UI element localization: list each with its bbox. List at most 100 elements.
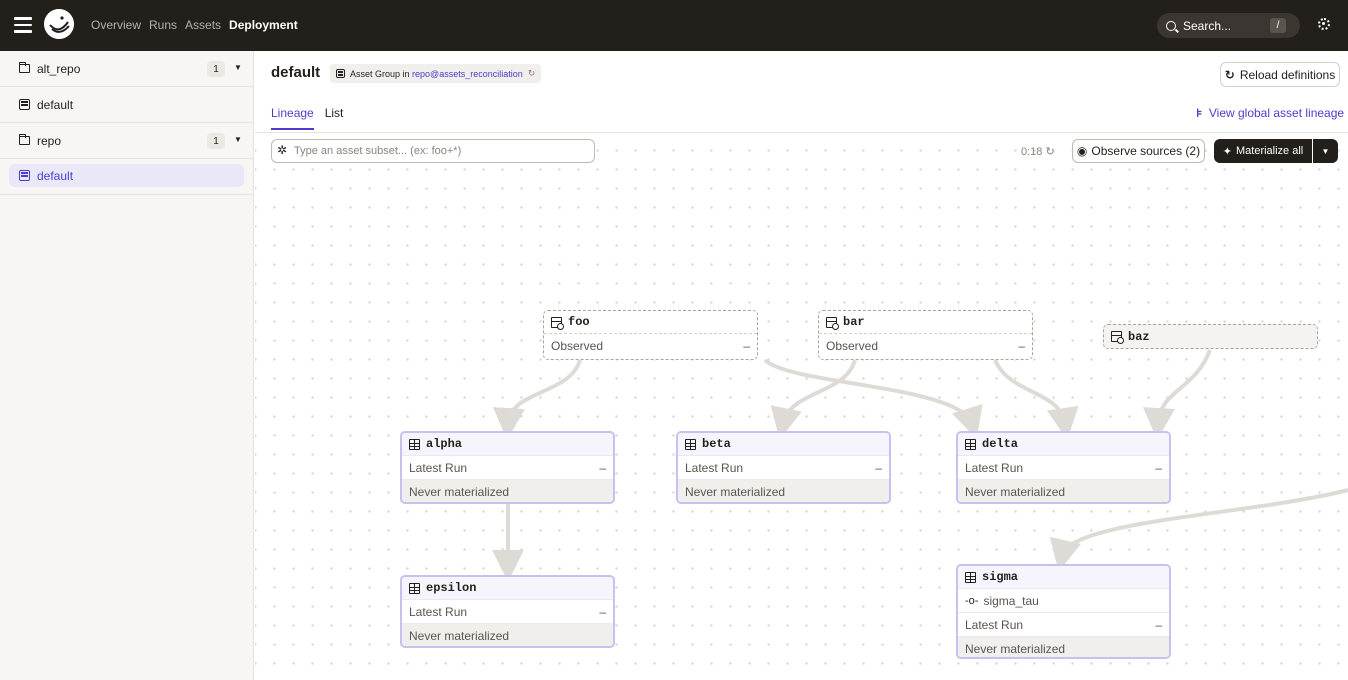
source-node-foo[interactable]: foo Observed –: [543, 310, 758, 360]
sidebar-item-repo[interactable]: repo 1 ▼: [0, 123, 253, 159]
lineage-icon: ⊧: [1196, 106, 1203, 120]
gear-icon[interactable]: [1318, 18, 1330, 30]
sidebar: alt_repo 1 ▼ default repo 1 ▼ default: [0, 51, 254, 680]
asset-check-icon: -o-: [965, 594, 979, 607]
sidebar-item-label: repo: [37, 133, 62, 148]
node-name: foo: [568, 315, 590, 329]
materialize-label: Materialize all: [1235, 145, 1304, 157]
sidebar-item-default-group[interactable]: default: [0, 87, 253, 123]
table-icon: [409, 438, 420, 450]
observe-label: Observe sources (2): [1091, 144, 1201, 158]
latest-run-label: Latest Run: [685, 460, 744, 475]
node-status: Observed: [551, 339, 604, 353]
reload-label: Reload definitions: [1239, 67, 1336, 82]
folder-icon: [18, 62, 30, 73]
source-asset-icon: [826, 316, 839, 330]
latest-run-value: –: [599, 604, 606, 619]
top-nav-bar: Overview Runs Assets Deployment Search..…: [0, 0, 1348, 51]
search-shortcut: /: [1270, 18, 1286, 33]
eye-icon: ◉: [1076, 144, 1088, 158]
sidebar-item-label: alt_repo: [37, 61, 81, 76]
tab-lineage[interactable]: Lineage: [271, 106, 314, 130]
asset-node-alpha[interactable]: alpha Latest Run – Never materialized: [400, 431, 615, 504]
dagster-logo[interactable]: [44, 9, 74, 39]
asset-group-icon: [336, 69, 345, 78]
asset-group-icon: [19, 99, 30, 110]
materialization-state: Never materialized: [965, 484, 1066, 499]
chevron-down-icon[interactable]: ▼: [234, 135, 242, 144]
latest-run-value: –: [599, 460, 606, 475]
refresh-icon: ↻: [1045, 146, 1055, 158]
node-name: bar: [843, 315, 865, 329]
observe-sources-button[interactable]: ◉ Observe sources (2): [1072, 139, 1205, 163]
node-name: beta: [702, 437, 731, 451]
chevron-down-icon[interactable]: ▼: [234, 63, 242, 72]
table-icon: [685, 438, 696, 450]
node-name: sigma: [982, 570, 1019, 584]
materialization-state: Never materialized: [409, 628, 510, 643]
repo-count-badge: 1: [207, 133, 225, 149]
page-header: default Asset Group in repo@assets_recon…: [255, 51, 1348, 133]
nav-overview[interactable]: Overview: [91, 18, 141, 32]
source-asset-icon: [1111, 331, 1124, 344]
node-status-value: –: [743, 339, 750, 353]
sidebar-item-label: default: [37, 97, 74, 112]
refresh-timer[interactable]: 0:18 ↻: [1021, 145, 1055, 158]
page-title: default: [271, 64, 321, 81]
latest-run-value: –: [875, 460, 882, 475]
view-global-lineage-link[interactable]: ⊧ View global asset lineage: [1196, 106, 1344, 120]
nav-assets[interactable]: Assets: [185, 18, 221, 32]
asset-filter-input[interactable]: [271, 139, 595, 163]
latest-run-label: Latest Run: [409, 604, 468, 619]
asset-group-icon: [19, 170, 30, 181]
asterisk-icon: ✲: [277, 143, 288, 157]
node-status: Observed: [826, 339, 879, 353]
asset-node-sigma[interactable]: sigma -o-sigma_tau Latest Run – Never mat…: [956, 564, 1171, 659]
source-node-baz[interactable]: baz: [1103, 324, 1318, 349]
refresh-icon: ↻: [1224, 67, 1235, 82]
table-icon: [965, 571, 976, 583]
materialize-dropdown-button[interactable]: ▼: [1313, 139, 1338, 163]
latest-run-value: –: [1155, 617, 1162, 632]
hamburger-menu-icon[interactable]: [14, 17, 32, 33]
asset-node-epsilon[interactable]: epsilon Latest Run – Never materialized: [400, 575, 615, 648]
nav-deployment[interactable]: Deployment: [229, 18, 298, 32]
latest-run-label: Latest Run: [965, 617, 1024, 632]
search-input[interactable]: Search... /: [1157, 13, 1300, 38]
materialization-state: Never materialized: [685, 484, 786, 499]
table-icon: [409, 582, 420, 594]
source-node-bar[interactable]: bar Observed –: [818, 310, 1033, 360]
sidebar-item-label: default: [37, 168, 74, 183]
subtitle-prefix: Asset Group in: [350, 68, 410, 79]
latest-run-value: –: [1155, 460, 1162, 475]
sidebar-item-default-selected[interactable]: default: [9, 164, 244, 187]
node-status-value: –: [1018, 339, 1025, 353]
repo-count-badge: 1: [207, 61, 225, 77]
asset-node-beta[interactable]: beta Latest Run – Never materialized: [676, 431, 891, 504]
sidebar-item-alt-repo[interactable]: alt_repo 1 ▼: [0, 51, 253, 87]
repo-link[interactable]: repo@assets_reconciliation: [412, 69, 523, 79]
global-lineage-label: View global asset lineage: [1208, 106, 1345, 120]
node-name: baz: [1128, 329, 1150, 344]
reload-definitions-button[interactable]: ↻ Reload definitions: [1220, 62, 1340, 87]
asset-group-subtitle: Asset Group in repo@assets_reconciliatio…: [330, 64, 542, 83]
latest-run-label: Latest Run: [409, 460, 468, 475]
materialization-state: Never materialized: [965, 641, 1066, 656]
latest-run-label: Latest Run: [965, 460, 1024, 475]
search-icon: [1166, 20, 1176, 31]
asset-node-delta[interactable]: delta Latest Run – Never materialized: [956, 431, 1171, 504]
tab-list[interactable]: List: [325, 106, 344, 130]
chevron-down-icon: ▼: [1321, 146, 1330, 156]
nav-runs[interactable]: Runs: [149, 18, 177, 32]
node-name: delta: [982, 437, 1019, 451]
source-asset-icon: [551, 316, 564, 330]
asset-check-name: sigma_tau: [983, 593, 1039, 608]
refresh-icon[interactable]: ↻: [528, 68, 536, 79]
materialize-all-button[interactable]: ✦ Materialize all: [1214, 139, 1312, 163]
sparkle-icon: ✦: [1222, 145, 1232, 158]
search-placeholder: Search...: [1183, 18, 1232, 33]
table-icon: [965, 438, 976, 450]
node-name: epsilon: [426, 581, 477, 595]
node-name: alpha: [426, 437, 463, 451]
materialization-state: Never materialized: [409, 484, 510, 499]
